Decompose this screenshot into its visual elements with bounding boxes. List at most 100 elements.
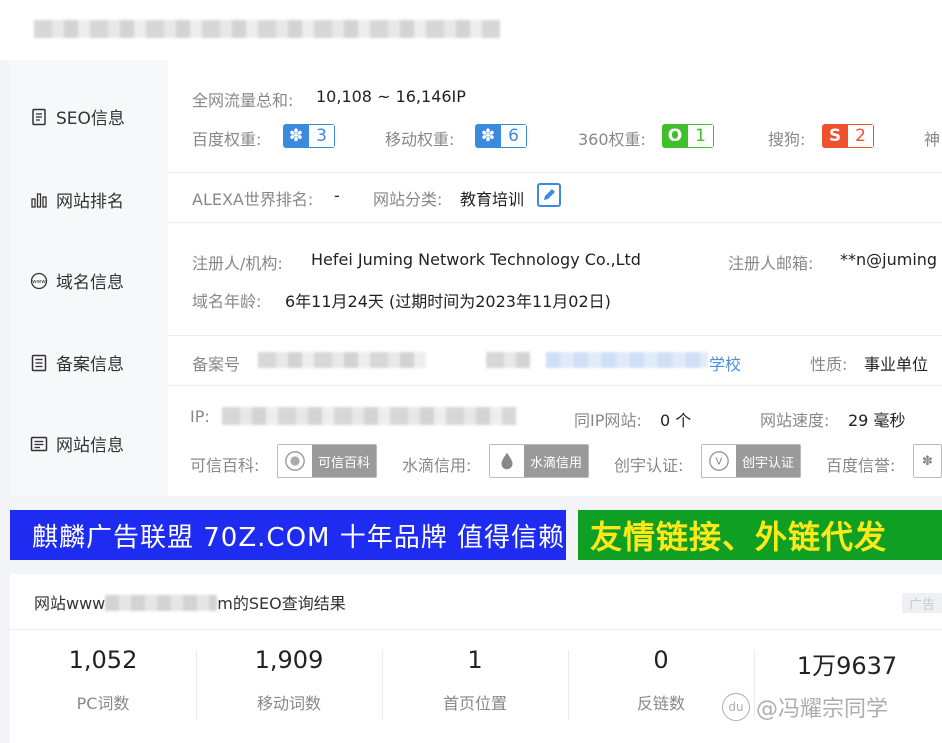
kexin-seal-icon (278, 445, 312, 477)
stat-value: 1万9637 (796, 652, 898, 680)
mobile-weight-value: 6 (501, 124, 527, 148)
sidebar-item-label: 网站排名 (56, 192, 124, 212)
sidebar-item-label: SEO信息 (56, 109, 125, 129)
stat-mobile-keywords[interactable]: 1,909 移动词数 (196, 646, 382, 714)
sogou-weight-value: 2 (848, 124, 874, 148)
baidu-paw-icon: ✽ (922, 453, 933, 469)
stat-value: 1,052 (68, 646, 138, 674)
registrant-value: Hefei Juming Network Technology Co.,Ltd (311, 250, 641, 269)
sidebar-item-site[interactable]: 网站信息 (28, 431, 124, 456)
sogou-label: 搜狗: (768, 130, 806, 149)
baidu-reputation-label: 百度信誉: (826, 456, 896, 475)
edit-icon[interactable] (537, 183, 561, 207)
water-drop-icon (490, 445, 524, 477)
stat-label: 首页位置 (442, 694, 507, 713)
record-icon (28, 353, 50, 373)
baidu-weight-label: 百度权重: (192, 130, 262, 149)
sidebar-item-record[interactable]: 备案信息 (28, 350, 124, 375)
watermark-text: @冯耀宗同学 (756, 697, 889, 722)
blurred-site-title (34, 20, 500, 38)
stat-pc-keywords[interactable]: 1,052 PC词数 (10, 646, 196, 714)
baidu-weight-badge[interactable]: ✽ 3 (283, 124, 335, 148)
row-divider (168, 385, 942, 386)
category-value: 教育培训 (460, 190, 525, 209)
watermark: du @冯耀宗同学 (722, 691, 888, 723)
domain-age-label: 域名年龄: (192, 292, 262, 311)
registrant-label: 注册人/机构: (192, 254, 283, 273)
baidu-reputation-badge[interactable]: ✽ (913, 444, 942, 478)
sidebar-item-label: 域名信息 (56, 273, 124, 293)
speed-label: 网站速度: (760, 411, 830, 430)
sidebar-item-seo[interactable]: SEO信息 (28, 104, 125, 129)
sidebar-item-label: 网站信息 (56, 436, 124, 456)
seo-result-title: 网站www m的SEO查询结果 (34, 590, 346, 614)
stat-homepage-position[interactable]: 1 首页位置 (382, 646, 568, 714)
chuangyu-badge-text: 创宇认证 (736, 445, 801, 477)
s360-weight-label: 360权重: (578, 130, 646, 149)
result-divider (10, 629, 942, 630)
sogou-weight-badge[interactable]: S 2 (822, 124, 874, 148)
list-icon (28, 434, 50, 454)
ip-label: IP: (190, 407, 210, 426)
stat-value: 0 (653, 646, 669, 674)
alexa-label: ALEXA世界排名: (192, 190, 314, 209)
traffic-label: 全网流量总和: (192, 91, 294, 110)
paw-icon: ✽ (283, 124, 309, 148)
chuangyu-badge[interactable]: V 创宇认证 (701, 444, 802, 478)
kexin-badge[interactable]: 可信百科 (277, 444, 378, 478)
kexin-badge-text: 可信百科 (312, 445, 377, 477)
traffic-value: 10,108 ~ 16,146IP (316, 87, 466, 106)
blurred-domain (105, 595, 218, 611)
du-logo-icon: du (722, 693, 750, 721)
paw-icon: ✽ (475, 124, 501, 148)
same-ip-label: 同IP网站: (574, 411, 642, 430)
stat-value: 1,909 (254, 646, 324, 674)
nature-label: 性质: (810, 355, 848, 374)
alexa-value: - (334, 186, 340, 205)
email-label: 注册人邮箱: (728, 254, 814, 273)
record-school-link[interactable]: 学校 (709, 351, 741, 375)
ad-tag: 广告 (902, 593, 942, 613)
shuidi-label: 水滴信用: (402, 456, 472, 475)
ad-banner-qilin[interactable]: 麒麟广告联盟 70Z.COM 十年品牌 值得信赖 (10, 510, 566, 560)
stat-fifth[interactable]: 1万9637 (754, 646, 940, 690)
mobile-weight-badge[interactable]: ✽ 6 (475, 124, 527, 148)
domain-age-value: 6年11月24天 (过期时间为2023年11月02日) (285, 292, 611, 311)
row-divider (168, 335, 942, 336)
svg-text:V: V (716, 457, 723, 468)
sogou-icon: S (822, 124, 848, 148)
bar-chart-icon (28, 190, 50, 210)
result-title-suffix: m的SEO查询结果 (217, 594, 346, 613)
blurred-record-number (258, 352, 426, 368)
category-label: 网站分类: (373, 190, 443, 209)
nature-value: 事业单位 (864, 355, 929, 374)
chuangyu-label: 创宇认证: (614, 456, 684, 475)
shenma-label: 神 (924, 130, 941, 149)
shuidi-badge-text: 水滴信用 (524, 445, 589, 477)
stat-label: PC词数 (76, 694, 130, 713)
s360-weight-badge[interactable]: O 1 (662, 124, 714, 148)
svg-text:www: www (32, 279, 46, 285)
sidebar-item-domain[interactable]: www 域名信息 (28, 268, 124, 293)
sidebar-item-label: 备案信息 (56, 355, 124, 375)
stat-value: 1 (467, 646, 483, 674)
blurred-ip (222, 407, 516, 425)
stat-label: 移动词数 (256, 694, 321, 713)
row-divider (168, 222, 942, 223)
same-ip-value: 0 个 (660, 411, 692, 430)
s360-weight-value: 1 (688, 124, 714, 148)
shuidi-badge[interactable]: 水滴信用 (489, 444, 590, 478)
record-number-label: 备案号 (192, 355, 241, 374)
kexin-label: 可信百科: (190, 456, 260, 475)
document-icon (28, 107, 50, 127)
row-divider (168, 172, 942, 173)
baidu-weight-value: 3 (309, 124, 335, 148)
sidebar-item-rank[interactable]: 网站排名 (28, 187, 124, 212)
email-value: **n@juming (840, 250, 938, 269)
mobile-weight-label: 移动权重: (385, 130, 455, 149)
speed-value: 29 毫秒 (848, 411, 906, 430)
s360-icon: O (662, 124, 688, 148)
blurred-record-link (546, 352, 708, 368)
ad-banner-links[interactable]: 友情链接、外链代发 (578, 510, 942, 560)
blurred-record-org (486, 352, 530, 368)
